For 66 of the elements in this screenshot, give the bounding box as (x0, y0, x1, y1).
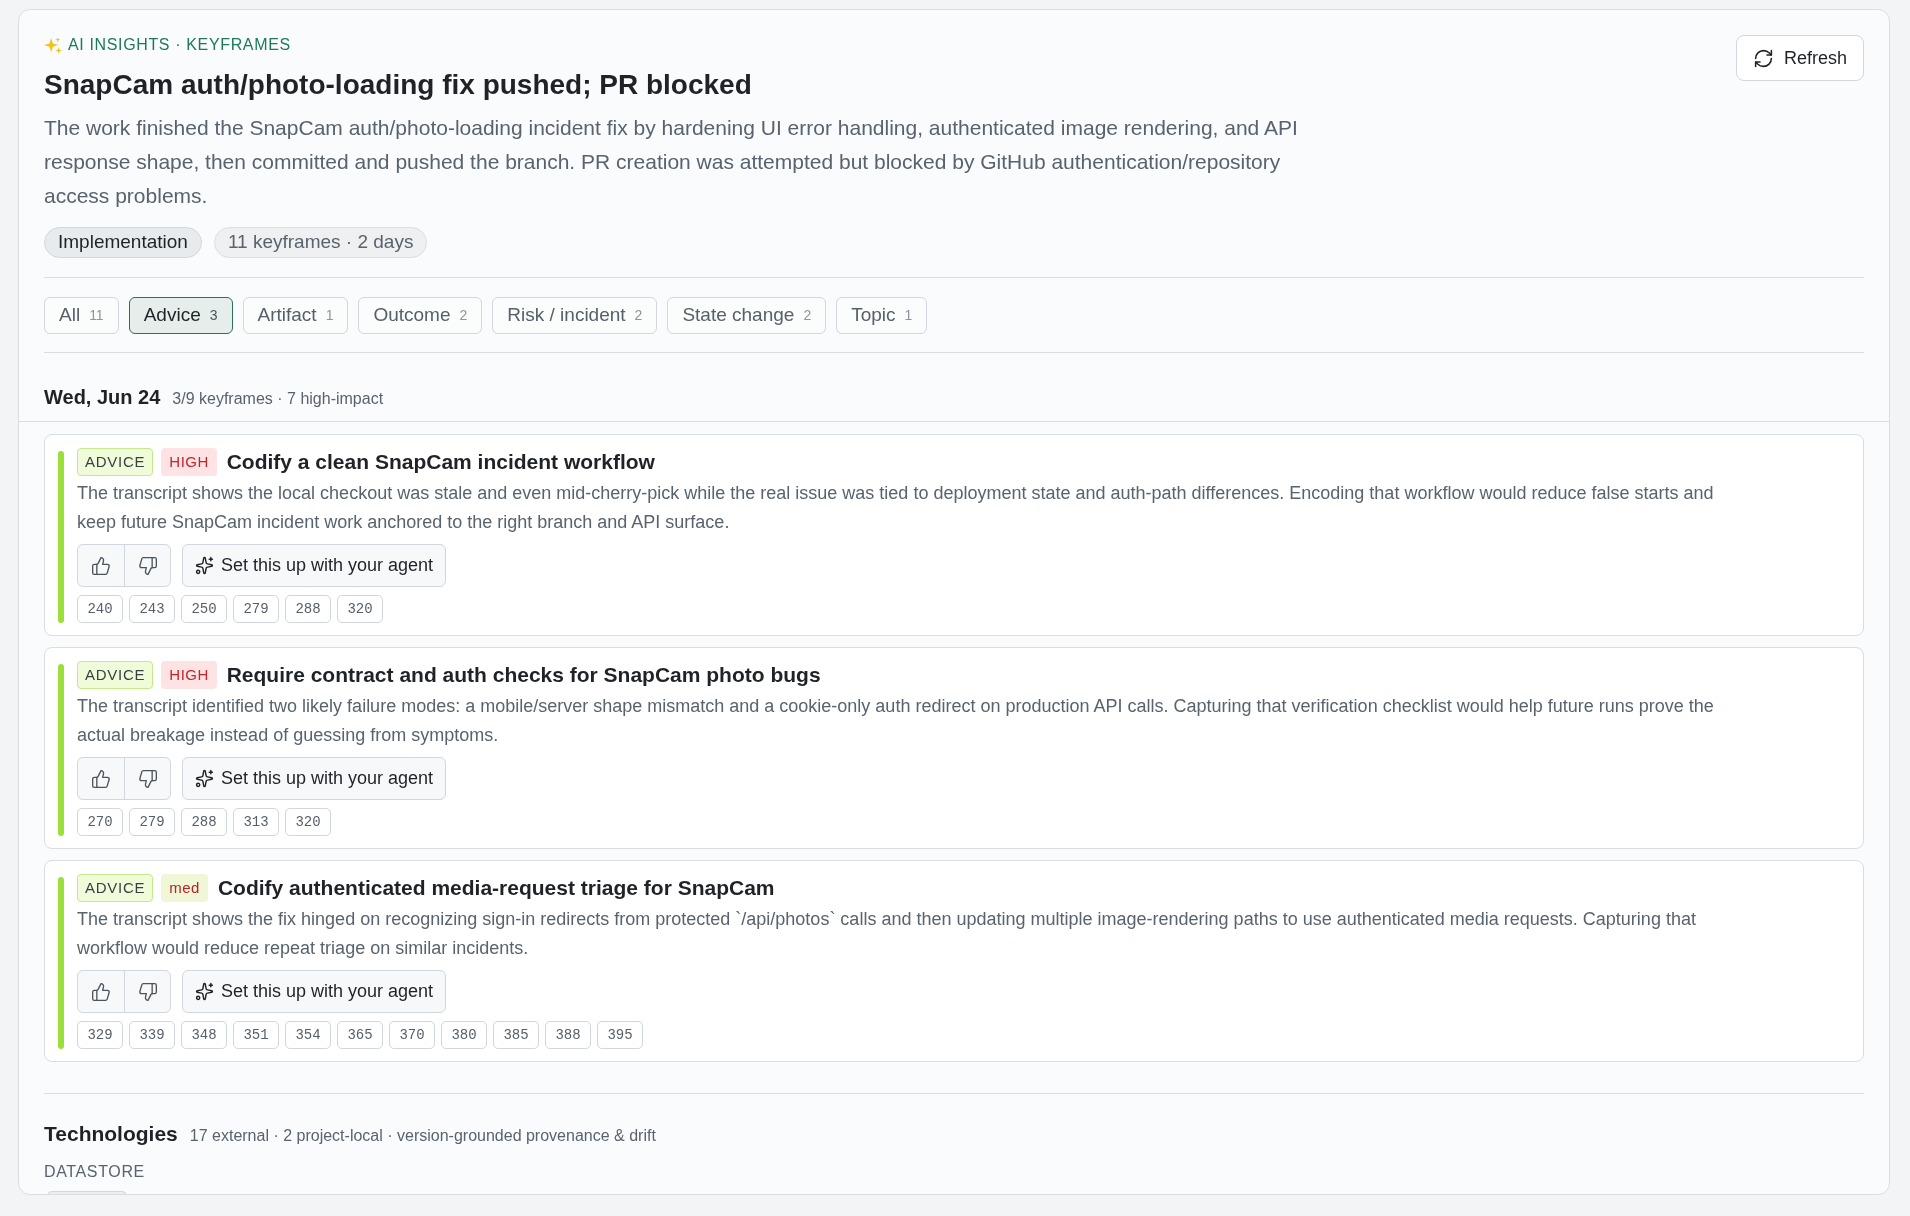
sparkles-icon (44, 36, 62, 54)
keyframe-chip[interactable]: 313 (233, 808, 279, 836)
keyframe-chip[interactable]: 288 (181, 808, 227, 836)
group-label: DATASTORE (44, 1162, 146, 1182)
impact-badge: med (161, 874, 208, 902)
keyframe-chip[interactable]: 388 (545, 1021, 591, 1049)
keyframe-chip[interactable]: 279 (129, 808, 175, 836)
type-badge: ADVICE (77, 448, 154, 476)
date-summary: 3/9 keyframes · 7 high-impact (172, 389, 384, 409)
keyframe-chip[interactable]: 370 (389, 1021, 435, 1049)
refresh-icon (1752, 47, 1774, 69)
eyebrow-label: AI INSIGHTS · KEYFRAMES (68, 35, 291, 55)
filter-tab[interactable]: Risk / incident 2 (492, 297, 658, 334)
insight-title: Require contract and auth checks for SnapCam photo bugs (226, 662, 821, 688)
keyframe-chip[interactable]: 329 (77, 1021, 123, 1049)
filter-tab[interactable]: Topic 1 (836, 297, 928, 334)
filter-tab[interactable]: Artifact 1 (242, 297, 349, 334)
type-badge: ADVICE (77, 661, 154, 689)
agent-setup-button[interactable]: Set this up with your agent (182, 757, 447, 800)
impact-badge: HIGH (161, 661, 217, 689)
insight-title: Codify authenticated media-request triage for SnapCam (217, 875, 775, 901)
tag-pill: 11 keyframes · 2 days (213, 227, 428, 258)
keyframe-chip[interactable]: 380 (441, 1021, 487, 1049)
thumbs-down-icon (137, 981, 158, 1002)
keyframe-chip[interactable]: 339 (129, 1021, 175, 1049)
agent-setup-button[interactable]: Set this up with your agent (182, 970, 447, 1013)
keyframe-chip[interactable]: 395 (597, 1021, 643, 1049)
filter-tab[interactable]: State change 2 (667, 297, 827, 334)
date-heading: Wed, Jun 24 (44, 385, 161, 410)
keyframe-chip[interactable]: 348 (181, 1021, 227, 1049)
section-summary: 17 external · 2 project-local · version-grounded provenance & drift (189, 1126, 656, 1146)
thumbs-down-icon (137, 555, 158, 576)
filter-tab[interactable]: All 11 (44, 297, 119, 334)
keyframe-chip[interactable]: 240 (77, 595, 123, 623)
thumbs-up-icon (91, 555, 111, 576)
filter-tab[interactable]: Advice 3 (128, 297, 233, 334)
keyframe-chip[interactable]: 320 (337, 595, 383, 623)
page-title: SnapCam auth/photo-loading fix pushed; PR blocked (44, 68, 753, 102)
thumbs-down-icon (137, 768, 158, 789)
filter-tab[interactable]: Outcome 2 (358, 297, 483, 334)
sparkles-icon (195, 982, 214, 1001)
insight-title: Codify a clean SnapCam incident workflow (226, 449, 655, 475)
sparkles-icon (195, 556, 214, 575)
type-badge: ADVICE (77, 874, 154, 902)
keyframe-chip[interactable]: 365 (337, 1021, 383, 1049)
keyframe-chip[interactable]: 250 (181, 595, 227, 623)
agent-setup-button[interactable]: Set this up with your agent (182, 544, 447, 587)
keyframe-chip[interactable]: 243 (129, 595, 175, 623)
keyframe-chip[interactable]: 351 (233, 1021, 279, 1049)
keyframe-chip[interactable]: 385 (493, 1021, 539, 1049)
sparkles-icon (195, 769, 214, 788)
insight-description: The transcript shows the local checkout was stale and even mid-cherry-pick while the real issue was tied to deployment state and auth-path differences. Encoding that workflow would reduce false starts and keep future SnapCam incident work anchored to the right branch and API surface. (77, 482, 1715, 534)
section-heading: Technologies (44, 1121, 178, 1147)
keyframe-chip[interactable]: 320 (285, 808, 331, 836)
thumbs-up-icon (91, 981, 111, 1002)
summary-text: The work finished the SnapCam auth/photo-loading incident fix by hardening UI error handling, authenticated image rendering, and API response shape, then committed and pushed the branch. PR creation was attempted but blocked by GitHub authentication/repository access problems. (44, 115, 1299, 209)
insight-description: The transcript shows the fix hinged on recognizing sign-in redirects from protected `/api/photos` calls and then updating multiple image-rendering paths to use authenticated media requests. Capturing that workflow would reduce repeat triage on similar incidents. (77, 908, 1697, 960)
keyframe-chip[interactable]: 354 (285, 1021, 331, 1049)
keyframe-chip[interactable]: 288 (285, 595, 331, 623)
refresh-button[interactable]: Refresh (1735, 35, 1864, 81)
impact-badge: HIGH (161, 448, 217, 476)
thumbs-up-icon (91, 768, 111, 789)
keyframe-chip[interactable]: 279 (233, 595, 279, 623)
insight-description: The transcript identified two likely failure modes: a mobile/server shape mismatch and a cookie-only auth redirect on production API calls. Capturing that verification checklist would help future runs prove the actual breakage instead of guessing from symptoms. (77, 695, 1715, 747)
tag-pill: Implementation (44, 227, 202, 258)
keyframe-chip[interactable]: 270 (77, 808, 123, 836)
